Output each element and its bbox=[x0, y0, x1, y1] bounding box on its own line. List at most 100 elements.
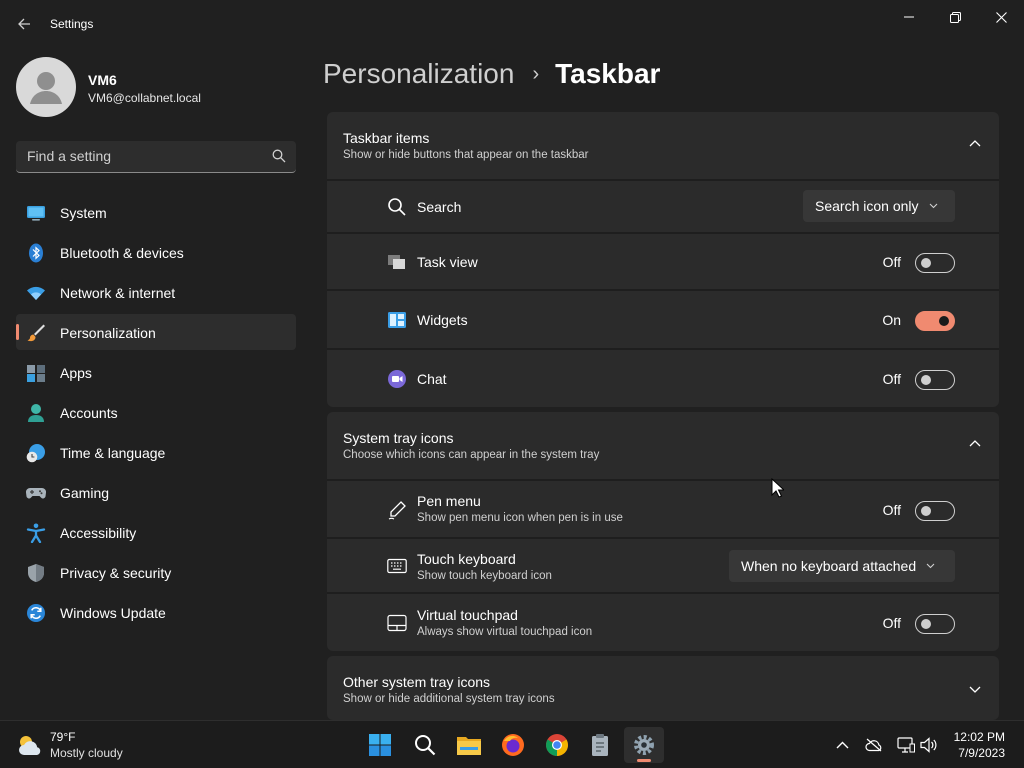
chrome-icon bbox=[546, 734, 568, 756]
toggle-knob bbox=[921, 375, 931, 385]
pen-menu-row: Pen menu Show pen menu icon when pen is … bbox=[327, 479, 999, 537]
task-view-toggle[interactable] bbox=[915, 253, 955, 273]
clipboard-app-icon bbox=[592, 734, 608, 756]
close-button[interactable] bbox=[978, 2, 1024, 32]
search-box bbox=[16, 141, 296, 173]
page-title: Taskbar bbox=[555, 58, 661, 89]
breadcrumb-parent[interactable]: Personalization bbox=[323, 58, 514, 90]
section-title: System tray icons bbox=[343, 430, 454, 446]
chrome-button[interactable] bbox=[537, 727, 577, 763]
settings-gear-icon bbox=[634, 735, 654, 755]
search-mode-dropdown[interactable]: Search icon only bbox=[803, 190, 955, 222]
network-tray-button[interactable] bbox=[896, 735, 916, 755]
breadcrumb: Personalization › Taskbar bbox=[323, 58, 660, 90]
monitor-icon bbox=[27, 206, 45, 221]
chat-toggle[interactable] bbox=[915, 370, 955, 390]
chevron-up-icon[interactable] bbox=[969, 139, 981, 147]
file-explorer-button[interactable] bbox=[449, 727, 489, 763]
sidebar-item-gaming[interactable]: Gaming bbox=[16, 474, 296, 510]
toggle-state-label: On bbox=[882, 312, 901, 328]
toggle-state-label: Off bbox=[882, 502, 901, 518]
section-subtitle: Choose which icons can appear in the sys… bbox=[343, 449, 600, 461]
show-hidden-icons-button[interactable] bbox=[832, 735, 852, 755]
shield-icon bbox=[28, 564, 44, 582]
sidebar-item-label: Time & language bbox=[60, 445, 166, 461]
firefox-icon bbox=[502, 734, 524, 756]
sidebar-item-apps[interactable]: Apps bbox=[16, 354, 296, 390]
row-title: Chat bbox=[417, 371, 447, 387]
clock-date[interactable]: 7/9/2023 bbox=[958, 746, 1005, 760]
sidebar-item-time-language[interactable]: Time & language bbox=[16, 434, 296, 470]
sidebar-item-system[interactable]: System bbox=[16, 194, 296, 230]
system-tray-section: System tray icons Choose which icons can… bbox=[327, 412, 999, 651]
breadcrumb-separator: › bbox=[532, 62, 540, 85]
chevron-up-icon bbox=[836, 741, 848, 749]
windows-start-icon bbox=[369, 734, 391, 756]
sidebar-item-windows-update[interactable]: Windows Update bbox=[16, 594, 296, 630]
chat-row: Chat Off bbox=[327, 348, 999, 407]
keyboard-icon bbox=[387, 558, 407, 574]
dropdown-value: When no keyboard attached bbox=[741, 558, 917, 574]
widgets-toggle[interactable] bbox=[915, 311, 955, 331]
search-icon[interactable] bbox=[272, 149, 286, 163]
restore-button[interactable] bbox=[932, 2, 978, 32]
sidebar-item-network[interactable]: Network & internet bbox=[16, 274, 296, 310]
avatar[interactable] bbox=[16, 57, 76, 117]
start-button[interactable] bbox=[360, 727, 400, 763]
settings-app-button[interactable] bbox=[624, 727, 664, 763]
section-title: Other system tray icons bbox=[343, 674, 491, 690]
sidebar-item-label: Bluetooth & devices bbox=[60, 245, 184, 261]
touch-keyboard-dropdown[interactable]: When no keyboard attached bbox=[729, 550, 955, 582]
bluetooth-icon bbox=[29, 243, 43, 263]
person-icon bbox=[28, 404, 44, 422]
widgets-row: Widgets On bbox=[327, 289, 999, 348]
sidebar-item-bluetooth[interactable]: Bluetooth & devices bbox=[16, 234, 296, 270]
sidebar-item-label: Gaming bbox=[60, 485, 110, 501]
search-icon bbox=[388, 198, 406, 216]
arrow-left-icon bbox=[18, 18, 30, 30]
minimize-button[interactable] bbox=[886, 2, 932, 32]
sidebar-item-label: Windows Update bbox=[60, 605, 166, 621]
section-title: Taskbar items bbox=[343, 130, 430, 146]
pen-icon bbox=[388, 501, 406, 520]
weather-cloud-icon[interactable] bbox=[16, 733, 44, 757]
chevron-down-icon bbox=[929, 203, 937, 209]
search-icon bbox=[415, 735, 436, 756]
sidebar-item-accessibility[interactable]: Accessibility bbox=[16, 514, 296, 550]
paintbrush-icon bbox=[27, 324, 45, 342]
toggle-state-label: Off bbox=[882, 371, 901, 387]
toggle-knob bbox=[921, 506, 931, 516]
row-title: Pen menu bbox=[417, 493, 481, 509]
clock-time[interactable]: 12:02 PM bbox=[954, 730, 1005, 744]
widgets-icon bbox=[388, 312, 406, 328]
network-icon bbox=[897, 737, 915, 753]
restore-icon bbox=[949, 11, 961, 23]
pen-menu-toggle[interactable] bbox=[915, 501, 955, 521]
search-input[interactable] bbox=[16, 141, 266, 171]
firefox-button[interactable] bbox=[493, 727, 533, 763]
sidebar-item-accounts[interactable]: Accounts bbox=[16, 394, 296, 430]
accessibility-icon bbox=[26, 523, 46, 543]
search-row: Search Search icon only bbox=[327, 179, 999, 232]
minimize-icon bbox=[904, 16, 914, 18]
other-tray-header[interactable]: Other system tray icons Show or hide add… bbox=[327, 656, 999, 720]
taskbar-items-header[interactable]: Taskbar items Show or hide buttons that … bbox=[327, 112, 999, 179]
onedrive-tray-button[interactable] bbox=[864, 735, 884, 755]
volume-tray-button[interactable] bbox=[919, 735, 939, 755]
task-view-icon bbox=[388, 255, 405, 269]
row-title: Widgets bbox=[417, 312, 468, 328]
chat-icon bbox=[388, 370, 406, 388]
chevron-down-icon[interactable] bbox=[969, 686, 981, 694]
row-title: Task view bbox=[417, 254, 478, 270]
user-name: VM6 bbox=[88, 72, 117, 88]
sidebar-item-personalization[interactable]: Personalization bbox=[16, 314, 296, 350]
chevron-up-icon[interactable] bbox=[969, 439, 981, 447]
clipboard-app-button[interactable] bbox=[580, 727, 620, 763]
system-tray-header[interactable]: System tray icons Choose which icons can… bbox=[327, 412, 999, 479]
taskbar-search-button[interactable] bbox=[405, 727, 445, 763]
back-button[interactable] bbox=[10, 10, 38, 38]
chevron-down-icon bbox=[926, 563, 935, 569]
sidebar-item-privacy-security[interactable]: Privacy & security bbox=[16, 554, 296, 590]
virtual-touchpad-toggle[interactable] bbox=[915, 614, 955, 634]
weather-temperature: 79°F bbox=[50, 730, 76, 744]
